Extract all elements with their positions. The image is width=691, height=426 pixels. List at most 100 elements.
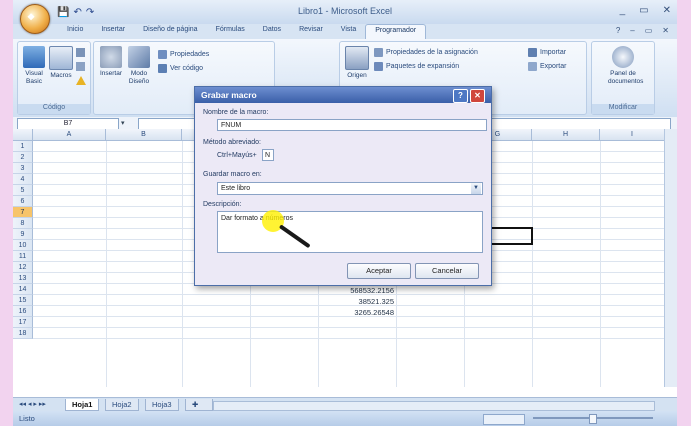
row-header[interactable]: 17 [13, 317, 33, 328]
cell-e12[interactable]: 38521.325 [318, 297, 394, 306]
column-header-a[interactable]: A [33, 129, 106, 141]
row-header[interactable]: 16 [13, 306, 33, 317]
description-textarea[interactable]: Dar formato a números [217, 211, 483, 253]
shortcut-input[interactable]: N [262, 149, 274, 161]
tab-vista[interactable]: Vista [332, 24, 365, 39]
store-in-select[interactable]: Este libro [217, 182, 483, 195]
propiedades-button[interactable]: Propiedades [158, 50, 209, 59]
ver-codigo-button[interactable]: Ver código [158, 64, 203, 73]
row-header[interactable]: 6 [13, 196, 33, 207]
ribbon-restore-icon[interactable]: ▭ [645, 26, 653, 35]
row-header-selected[interactable]: 7 [13, 207, 33, 218]
tab-programador[interactable]: Programador [365, 24, 427, 40]
tab-revisar[interactable]: Revisar [290, 24, 332, 39]
status-bar: Listo [13, 411, 677, 426]
shortcut-prefix: Ctrl+Mayús+ [217, 152, 257, 159]
column-header-i[interactable]: I [600, 129, 665, 141]
ribbon-right-controls: ? – ▭ ✕ [616, 26, 669, 35]
quick-access-toolbar: 💾 ↶ ↷ [57, 5, 94, 19]
sheet-nav-arrows[interactable]: ◂◂ ◂ ▸ ▸▸ [19, 400, 46, 408]
relative-refs-icon[interactable] [76, 62, 85, 71]
paquetes-expansion-button[interactable]: Paquetes de expansión [374, 62, 459, 71]
propiedades-asignacion-button[interactable]: Propiedades de la asignación [374, 48, 478, 57]
zoom-slider-thumb[interactable] [589, 414, 597, 424]
row-header[interactable]: 13 [13, 273, 33, 284]
sheet-tab-bar: ◂◂ ◂ ▸ ▸▸ Hoja1 Hoja2 Hoja3 ✚ [13, 397, 677, 412]
dialog-help-button[interactable]: ? [453, 89, 468, 103]
import-icon [528, 48, 537, 57]
horizontal-scrollbar[interactable] [213, 401, 655, 411]
dialog-close-button[interactable]: ✕ [470, 89, 485, 103]
source-icon [345, 46, 369, 70]
macros-icon [49, 46, 73, 70]
row-header[interactable]: 5 [13, 185, 33, 196]
row-header[interactable]: 8 [13, 218, 33, 229]
map-properties-icon [374, 48, 383, 57]
macros-button[interactable]: Macros [48, 46, 74, 80]
group-modificar-label: Modificar [592, 104, 654, 114]
accept-button[interactable]: Aceptar [347, 263, 411, 279]
cell-e13[interactable]: 3265.26548 [318, 308, 394, 317]
chevron-down-icon[interactable]: ▼ [471, 183, 481, 194]
tab-inicio[interactable]: Inicio [58, 24, 92, 39]
office-button[interactable]: ❖ [20, 4, 50, 34]
importar-button[interactable]: Importar [528, 48, 566, 57]
save-icon[interactable]: 💾 [57, 7, 69, 18]
sheet-tab-hoja2[interactable]: Hoja2 [105, 399, 139, 411]
macro-name-label: Nombre de la macro: [203, 109, 269, 116]
dialog-title: Grabar macro [195, 87, 491, 103]
sheet-tab-hoja3[interactable]: Hoja3 [145, 399, 179, 411]
row-header[interactable]: 2 [13, 152, 33, 163]
record-macro-icon[interactable] [76, 48, 85, 57]
row-header[interactable]: 14 [13, 284, 33, 295]
modo-diseno-button[interactable]: Modo Diseño [126, 46, 152, 86]
properties-icon [158, 50, 167, 59]
row-header[interactable]: 4 [13, 174, 33, 185]
column-header-h[interactable]: H [532, 129, 600, 141]
group-modificar: Panel de documentos Modificar [591, 41, 655, 115]
cancel-button[interactable]: Cancelar [415, 263, 479, 279]
cell-e11[interactable]: 568532.2156 [318, 286, 394, 295]
select-all-corner[interactable] [13, 129, 33, 141]
tab-diseno-pagina[interactable]: Diseño de página [134, 24, 207, 39]
tab-datos[interactable]: Datos [254, 24, 290, 39]
store-in-label: Guardar macro en: [203, 171, 262, 178]
minimize-button[interactable]: _ [620, 5, 626, 16]
record-macro-dialog: Grabar macro ? ✕ Nombre de la macro: FNU… [194, 86, 492, 286]
column-header-b[interactable]: B [106, 129, 182, 141]
row-header[interactable]: 10 [13, 240, 33, 251]
row-header[interactable]: 18 [13, 328, 33, 339]
row-header[interactable]: 1 [13, 141, 33, 152]
row-header[interactable]: 11 [13, 251, 33, 262]
macro-name-input[interactable]: FNUM [217, 119, 487, 131]
exportar-button[interactable]: Exportar [528, 62, 566, 71]
visual-basic-button[interactable]: Visual Basic [21, 46, 47, 86]
insert-sheet-icon[interactable]: ✚ [185, 399, 213, 411]
row-header[interactable]: 15 [13, 295, 33, 306]
row-header[interactable]: 3 [13, 163, 33, 174]
vertical-scrollbar[interactable] [664, 129, 677, 387]
ribbon-minimize-icon[interactable]: – [630, 26, 634, 35]
macro-security-icon[interactable] [76, 76, 86, 85]
status-mode: Listo [19, 414, 35, 423]
undo-icon[interactable]: ↶ [73, 7, 81, 18]
close-button[interactable]: ✕ [663, 5, 671, 16]
insertar-control-button[interactable]: Insertar [98, 46, 124, 78]
export-icon [528, 62, 537, 71]
tab-formulas[interactable]: Fórmulas [207, 24, 254, 39]
fx-icon[interactable]: ▾ [121, 119, 125, 127]
view-buttons[interactable] [483, 414, 525, 425]
origen-button[interactable]: Origen [344, 46, 370, 80]
group-codigo: Visual Basic Macros Código [17, 41, 91, 115]
tab-insertar[interactable]: Insertar [92, 24, 134, 39]
row-header[interactable]: 9 [13, 229, 33, 240]
document-panel-icon [612, 46, 634, 68]
sheet-tab-hoja1[interactable]: Hoja1 [65, 399, 100, 411]
row-header[interactable]: 12 [13, 262, 33, 273]
panel-documentos-button[interactable]: Panel de documentos [608, 46, 643, 86]
ribbon-close-icon[interactable]: ✕ [662, 26, 669, 35]
redo-icon[interactable]: ↷ [86, 7, 94, 18]
description-label: Descripción: [203, 201, 242, 208]
help-icon[interactable]: ? [616, 26, 620, 35]
maximize-button[interactable]: ▭ [639, 5, 648, 16]
